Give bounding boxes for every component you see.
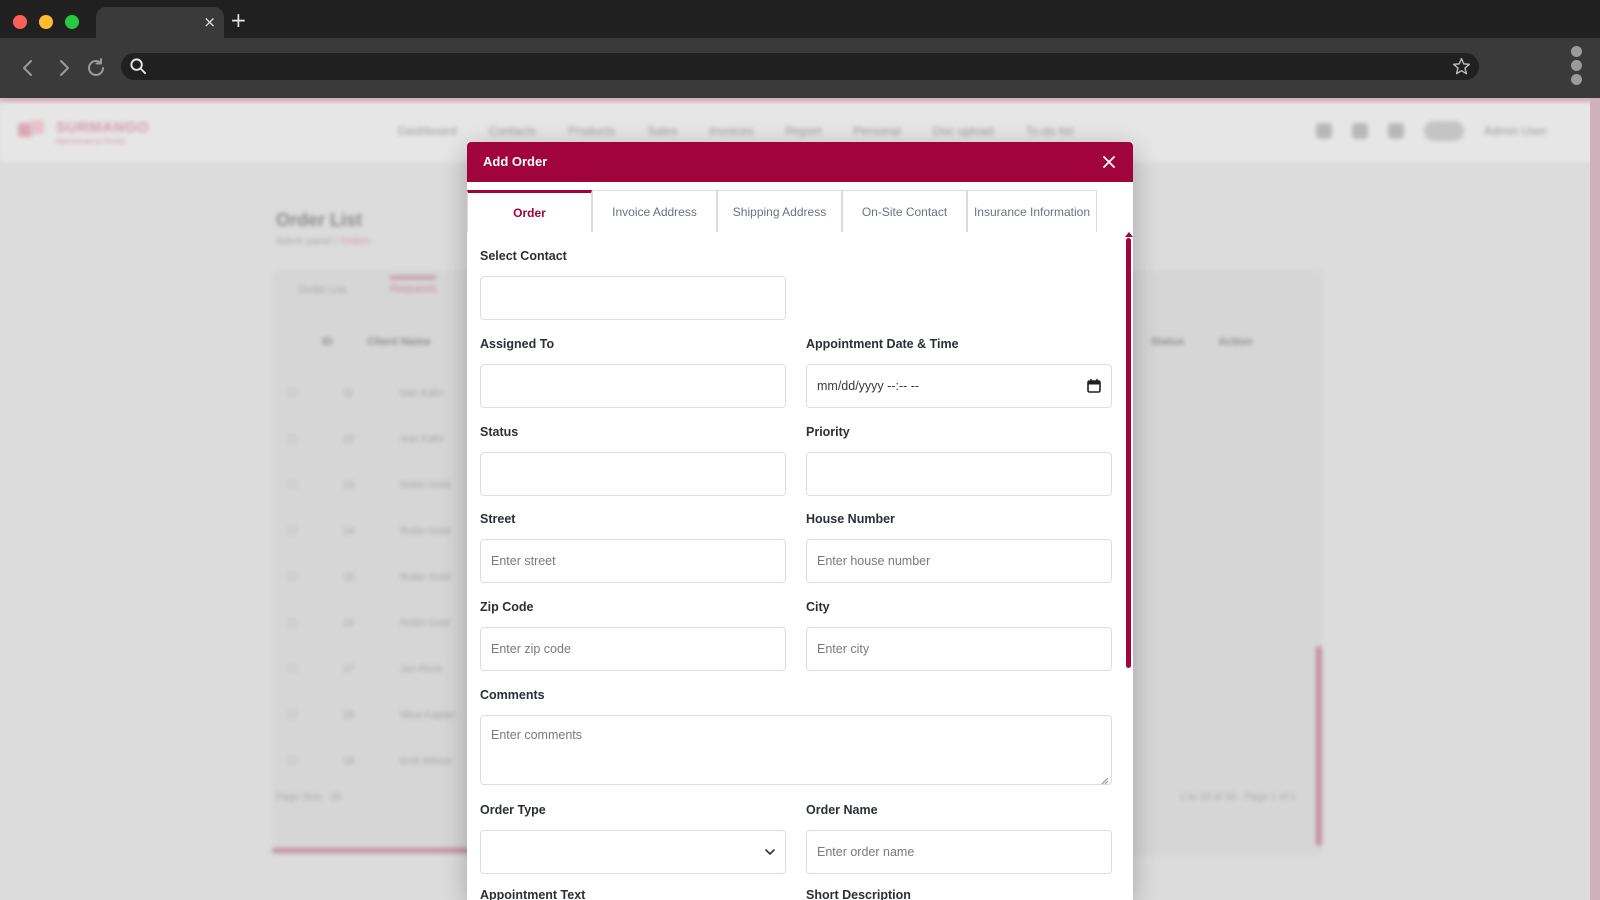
window-minimize-button[interactable] [39, 15, 53, 29]
tab-shipping-address[interactable]: Shipping Address [717, 190, 842, 232]
priority-label: Priority [806, 425, 850, 439]
comments-textarea[interactable] [480, 715, 1112, 785]
tab-insurance-information[interactable]: Insurance Information [967, 190, 1097, 232]
mail-icon [1352, 123, 1368, 139]
address-bar[interactable] [121, 53, 1479, 80]
status-input[interactable] [480, 452, 786, 496]
notification-icon [1316, 123, 1332, 139]
nav-item: Invoices [709, 124, 754, 138]
nav-item: Personal [853, 124, 901, 138]
scroll-up-icon[interactable] [1125, 232, 1133, 237]
street-input[interactable] [480, 539, 786, 583]
browser-toolbar [0, 38, 1600, 98]
assigned-to-label: Assigned To [480, 337, 555, 351]
calendar-icon[interactable] [1086, 378, 1102, 394]
appointment-label: Appointment Date & Time [806, 337, 959, 351]
user-name: Admin User [1484, 124, 1547, 138]
table-scrollbar [1316, 646, 1322, 846]
modal-title: Add Order [483, 154, 548, 169]
order-name-label: Order Name [806, 803, 878, 817]
window-maximize-button[interactable] [65, 15, 79, 29]
modal-header: Add Order [467, 142, 1133, 182]
assigned-to-input[interactable] [480, 364, 786, 408]
page-size-label: Page Size 20 [276, 792, 342, 803]
browser-titlebar: × + [0, 0, 1600, 38]
priority-input[interactable] [806, 452, 1112, 496]
house-number-input[interactable] [806, 539, 1112, 583]
order-type-label: Order Type [480, 803, 546, 817]
bg-tab: Order List [298, 284, 347, 296]
select-contact-input[interactable] [480, 276, 786, 320]
tab-order[interactable]: Order [467, 190, 592, 232]
chevron-down-icon [763, 845, 777, 859]
appointment-datetime-value: mm/dd/yyyy --:-- -- [817, 379, 920, 393]
bookmark-star-icon[interactable] [1451, 56, 1472, 77]
tab-on-site-contact[interactable]: On-Site Contact [842, 190, 967, 232]
nav-item: To-do list [1025, 124, 1074, 138]
nav-item: Products [568, 124, 616, 138]
resize-grip-icon[interactable] [1099, 772, 1109, 785]
bg-tab: Requests [390, 276, 437, 295]
theme-toggle [1424, 121, 1464, 141]
order-type-select[interactable] [480, 830, 786, 874]
zip-code-input[interactable] [480, 627, 786, 671]
page-title: Order List [276, 210, 363, 230]
window-close-button[interactable] [13, 15, 27, 29]
reload-icon[interactable] [84, 56, 108, 80]
tab-close-icon[interactable]: × [203, 13, 216, 31]
order-name-input[interactable] [806, 830, 1112, 874]
nav-item: Contacts [488, 124, 537, 138]
street-label: Street [480, 512, 516, 526]
select-contact-label: Select Contact [480, 249, 567, 263]
add-order-modal: Add Order Order Invoice Address Shipping… [467, 142, 1133, 900]
close-icon[interactable] [1099, 152, 1119, 172]
status-label: Status [480, 425, 519, 439]
nav-item: Report [785, 124, 822, 138]
nav-item: Doc upload [932, 124, 994, 138]
app-nav: Dashboard Contacts Products Sales Invoic… [398, 124, 1074, 138]
city-label: City [806, 600, 830, 614]
house-number-label: House Number [806, 512, 895, 526]
new-tab-icon[interactable]: + [230, 9, 247, 31]
page-scrollbar[interactable] [1590, 98, 1600, 900]
pagination-info: 1 to 19 of 19 · Page 1 of 1 [1180, 792, 1296, 803]
modal-scrollbar[interactable] [1126, 238, 1131, 668]
nav-item: Dashboard [398, 124, 457, 138]
app-header-actions: Admin User [1316, 121, 1547, 141]
nav-item: Sales [647, 124, 678, 138]
back-arrow-icon[interactable] [16, 56, 40, 80]
comments-label: Comments [480, 688, 545, 702]
city-input[interactable] [806, 627, 1112, 671]
app-logo: SURMANGO Maintenance Portal [16, 117, 150, 147]
appointment-text-label: Appointment Text [480, 888, 586, 900]
settings-icon [1388, 123, 1404, 139]
forward-arrow-icon[interactable] [52, 56, 76, 80]
browser-menu-icon[interactable] [1569, 46, 1583, 86]
browser-tab[interactable]: × [96, 7, 224, 38]
zip-code-label: Zip Code [480, 600, 534, 614]
short-description-label: Short Description [806, 888, 911, 900]
tab-invoice-address[interactable]: Invoice Address [592, 190, 717, 232]
breadcrumb: Admin panel / Orders [276, 236, 371, 247]
modal-tabs: Order Invoice Address Shipping Address O… [467, 190, 1097, 232]
search-icon [129, 57, 148, 76]
